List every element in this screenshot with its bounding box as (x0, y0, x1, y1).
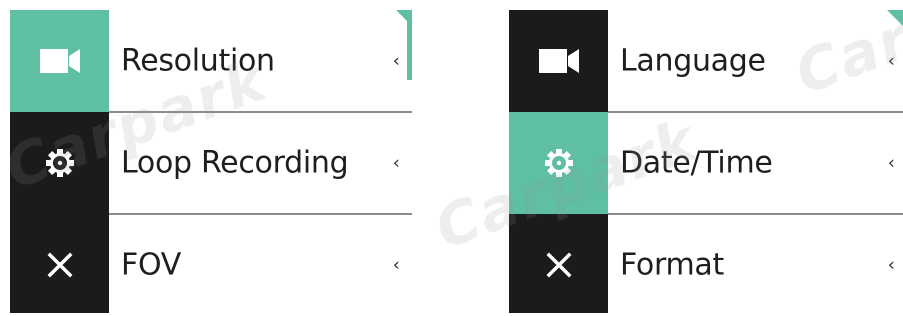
divider (109, 111, 412, 113)
menu-item-fov[interactable]: FOV ‹ (109, 214, 412, 316)
close-icon[interactable] (10, 214, 109, 316)
settings-menu-right: Language ‹ Date/Time ‹ Format ‹ (509, 10, 903, 313)
menu-item-format[interactable]: Format ‹ (608, 214, 903, 316)
menu-item-label: Date/Time (620, 145, 773, 181)
menu-item-loop-recording[interactable]: Loop Recording ‹ (109, 112, 412, 214)
chevron-left-icon: ‹ (887, 50, 895, 72)
chevron-left-icon: ‹ (392, 50, 400, 72)
menu-item-label: Loop Recording (121, 145, 349, 181)
divider (608, 213, 903, 215)
close-icon[interactable] (509, 214, 608, 316)
divider (109, 213, 412, 215)
scroll-indicator-tip (887, 10, 903, 26)
chevron-left-icon: ‹ (392, 254, 400, 276)
menu-item-resolution[interactable]: Resolution ‹ (109, 10, 412, 112)
scroll-indicator-tip (396, 10, 412, 26)
menu-item-label: Resolution (121, 43, 275, 79)
menu-item-label: FOV (121, 247, 181, 283)
gear-icon[interactable] (10, 112, 109, 214)
chevron-left-icon: ‹ (887, 254, 895, 276)
chevron-left-icon: ‹ (392, 152, 400, 174)
settings-menu-left: Resolution ‹ Loop Recording ‹ FOV ‹ (10, 10, 412, 313)
video-camera-icon[interactable] (10, 10, 109, 112)
divider (608, 111, 903, 113)
video-camera-icon[interactable] (509, 10, 608, 112)
menu-item-label: Format (620, 247, 724, 283)
gear-icon[interactable] (509, 112, 608, 214)
menu-item-date-time[interactable]: Date/Time ‹ (608, 112, 903, 214)
chevron-left-icon: ‹ (887, 152, 895, 174)
menu-item-label: Language (620, 43, 766, 79)
menu-item-language[interactable]: Language ‹ (608, 10, 903, 112)
